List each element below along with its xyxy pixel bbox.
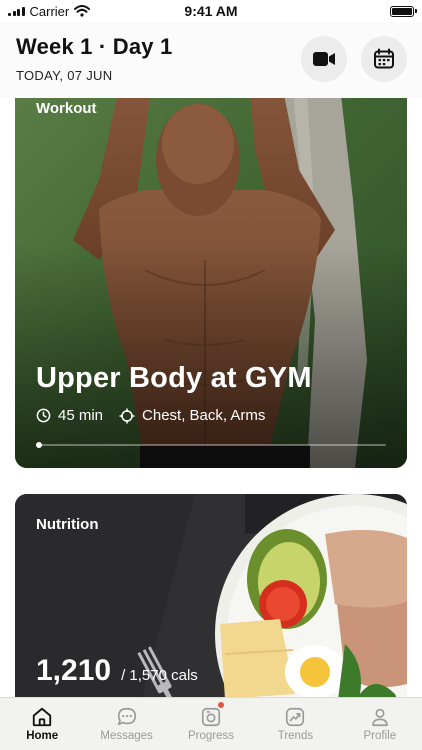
tab-profile-label: Profile	[363, 730, 397, 742]
chat-icon	[117, 707, 136, 726]
tab-trends[interactable]: Trends	[253, 698, 337, 750]
duration-item: 45 min	[36, 407, 103, 424]
workout-card[interactable]: Workout Upper Body at GYM 45 min Chest, …	[15, 60, 407, 468]
calendar-icon	[374, 48, 394, 69]
video-camera-icon	[313, 52, 335, 66]
tab-messages-label: Messages	[100, 730, 153, 742]
workout-duration: 45 min	[58, 407, 104, 424]
workout-progress-dot	[36, 442, 42, 448]
tab-home-label: Home	[26, 730, 59, 742]
target-icon	[119, 408, 135, 423]
calendar-button[interactable]	[361, 36, 407, 82]
tab-progress-label: Progress	[188, 730, 235, 742]
video-button[interactable]	[301, 36, 347, 82]
status-time: 9:41 AM	[184, 3, 238, 19]
nutrition-card-label: Nutrition	[36, 516, 99, 533]
tab-messages[interactable]: Messages	[84, 698, 168, 750]
focus-item: Chest, Back, Arms	[119, 407, 265, 424]
workout-card-label: Workout	[36, 100, 97, 117]
workout-meta: 45 min Chest, Back, Arms	[36, 407, 281, 424]
trend-icon	[286, 707, 305, 727]
progress-badge	[217, 701, 226, 709]
page-title: Week 1 · Day 1	[16, 34, 173, 59]
calories-consumed: 1,210	[36, 654, 112, 687]
camera-icon	[201, 707, 221, 727]
clock-icon	[36, 408, 51, 423]
workout-progress-track	[36, 442, 386, 448]
tab-trends-label: Trends	[277, 730, 314, 742]
battery-icon	[390, 5, 417, 17]
status-left: Carrier	[8, 3, 91, 19]
tab-home[interactable]: Home	[0, 698, 84, 750]
page-date: TODAY, 07 JUN	[16, 68, 113, 83]
tab-bar: Home Messages Progress Trends Profile	[0, 697, 422, 750]
home-icon	[33, 707, 52, 727]
tab-profile[interactable]: Profile	[338, 698, 422, 750]
nutrition-card[interactable]: Nutrition 1,210 / 1,570 cals	[15, 494, 407, 724]
signal-icon	[8, 6, 25, 16]
tab-progress[interactable]: Progress	[169, 698, 253, 750]
calories-target: / 1,570 cals	[121, 667, 198, 684]
workout-title: Upper Body at GYM	[36, 362, 312, 394]
workout-focus: Chest, Back, Arms	[142, 407, 266, 424]
page-header: Week 1 · Day 1 TODAY, 07 JUN	[0, 22, 422, 98]
calorie-summary: 1,210 / 1,570 cals	[36, 654, 198, 688]
status-bar: Carrier 9:41 AM	[0, 0, 422, 22]
carrier-label: Carrier	[29, 3, 70, 19]
person-icon	[372, 708, 388, 727]
wifi-icon	[74, 5, 91, 17]
